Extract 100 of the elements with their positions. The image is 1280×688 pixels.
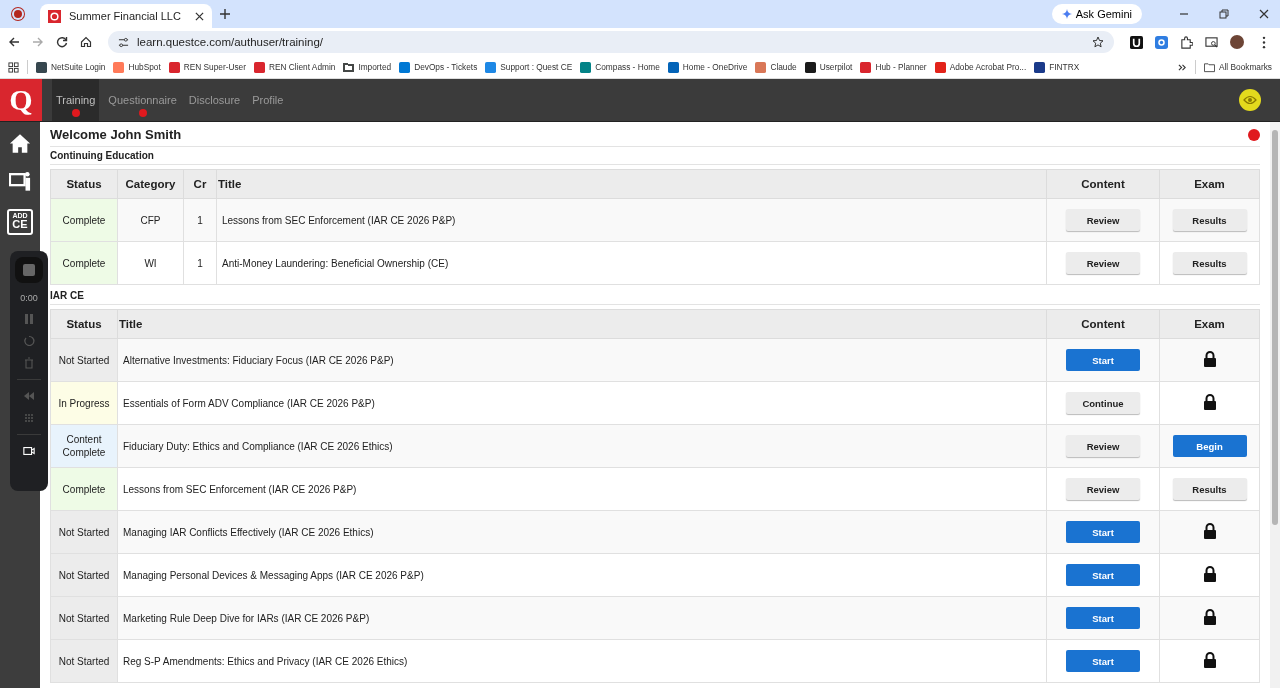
status-cell: Not Started — [50, 338, 118, 382]
table-cell: CFP — [117, 198, 184, 242]
table-cell: Marketing Rule Deep Dive for IARs (IAR CE 2026 P&P) — [117, 596, 1047, 640]
recording-time: 0:00 — [20, 293, 38, 303]
status-cell: Not Started — [50, 639, 118, 683]
bookmark-item[interactable]: Claude — [755, 61, 797, 73]
eye-icon — [1243, 95, 1257, 105]
new-tab-icon[interactable] — [220, 9, 230, 19]
column-header: Title — [216, 169, 1047, 199]
status-cell: Complete — [50, 467, 118, 511]
content-button[interactable]: Review — [1066, 252, 1140, 274]
bookmark-item[interactable]: Compass - Home — [580, 61, 660, 73]
column-header: Content — [1046, 309, 1160, 339]
column-header: Cr — [183, 169, 217, 199]
bookmark-item[interactable]: DevOps - Tickets — [399, 61, 478, 73]
home-icon[interactable] — [80, 36, 92, 48]
back-icon[interactable] — [8, 36, 20, 48]
bookmark-item[interactable]: HubSpot — [113, 61, 161, 73]
column-header: Category — [117, 169, 184, 199]
close-icon[interactable] — [195, 11, 204, 21]
all-bookmarks-item[interactable]: All Bookmarks — [1203, 61, 1272, 73]
close-icon[interactable] — [1259, 9, 1269, 19]
status-cell: Complete — [50, 198, 118, 242]
bookmark-item[interactable]: NetSuite Login — [36, 61, 106, 73]
table-cell: 1 — [183, 241, 217, 285]
table-cell: Alternative Investments: Fiduciary Focus (IAR CE 2026 P&P) — [117, 338, 1047, 382]
bookmark-item[interactable]: Hub - Planner — [860, 61, 927, 73]
content-button[interactable]: Start — [1066, 650, 1140, 672]
content-button[interactable]: Review — [1066, 209, 1140, 231]
restart-icon[interactable] — [23, 335, 35, 347]
bookmark-item[interactable]: REN Client Admin — [254, 61, 336, 73]
lock-icon — [1202, 394, 1217, 410]
folder-icon — [1203, 61, 1215, 73]
status-cell: Not Started — [50, 553, 118, 597]
camera-icon[interactable] — [23, 445, 35, 457]
table-cell: Reg S-P Amendments: Ethics and Privacy (IAR CE 2026 Ethics) — [117, 639, 1047, 683]
bookmark-item[interactable]: Userpilot — [804, 61, 853, 73]
profile-avatar[interactable] — [1230, 35, 1244, 49]
record-indicator-icon — [14, 10, 22, 18]
menu-icon[interactable] — [1262, 35, 1266, 49]
nav-tab[interactable]: Disclosure — [185, 79, 244, 121]
favicon-icon — [48, 9, 61, 23]
exam-button[interactable]: Results — [1172, 209, 1247, 231]
table-cell: Lessons from SEC Enforcement (IAR CE 2026 P&P) — [216, 198, 1047, 242]
restore-icon[interactable] — [1219, 9, 1229, 19]
content-button[interactable]: Start — [1066, 349, 1140, 371]
status-cell: Content Complete — [50, 424, 118, 468]
reload-icon[interactable] — [56, 36, 68, 48]
app-logo[interactable]: Q — [0, 79, 42, 121]
section-title: Continuing Education — [50, 147, 1260, 165]
bookmark-item[interactable]: FINTRX — [1034, 61, 1080, 73]
lock-icon — [1202, 351, 1217, 367]
scrollbar-thumb[interactable] — [1272, 130, 1278, 525]
nav-tab[interactable]: Training — [52, 79, 100, 121]
exam-button[interactable]: Results — [1172, 478, 1247, 500]
column-header: Exam — [1159, 169, 1260, 199]
bookmark-item[interactable]: Support : Quest CE — [485, 61, 573, 73]
column-header: Title — [117, 309, 1047, 339]
nav-tab[interactable]: Questionnaire — [105, 79, 180, 121]
address-bar[interactable]: learn.questce.com/authuser/training/ — [108, 31, 1114, 53]
bookmark-item[interactable]: Imported — [343, 61, 392, 73]
status-cell: Not Started — [50, 510, 118, 554]
apps-grid-icon[interactable] — [8, 61, 19, 73]
exam-button[interactable]: Results — [1172, 252, 1247, 274]
bookmark-item[interactable]: Adobe Acrobat Pro... — [934, 61, 1027, 73]
content-button[interactable]: Continue — [1066, 392, 1140, 414]
content-button[interactable]: Start — [1066, 607, 1140, 629]
browser-tab[interactable]: Summer Financial LLC — [40, 4, 212, 28]
table-cell: Anti-Money Laundering: Beneficial Ownership (CE) — [216, 241, 1047, 285]
tab-search-icon[interactable] — [1205, 35, 1218, 49]
nav-tab[interactable]: Profile — [249, 79, 287, 121]
bookmark-item[interactable]: REN Super-User — [168, 61, 246, 73]
column-header: Exam — [1159, 309, 1260, 339]
presenter-icon[interactable] — [9, 171, 31, 192]
status-cell: Complete — [50, 241, 118, 285]
alert-icon — [1248, 128, 1260, 141]
ask-gemini-button[interactable]: Ask Gemini — [1051, 4, 1142, 24]
content-button[interactable]: Start — [1066, 564, 1140, 586]
content-button[interactable]: Review — [1066, 435, 1140, 457]
sparkle-icon — [1061, 9, 1072, 19]
lock-icon — [1202, 609, 1217, 625]
bookmark-star-icon[interactable] — [1092, 36, 1104, 48]
section-title: IAR CE — [50, 287, 1260, 305]
more-bookmarks-icon[interactable] — [1177, 62, 1187, 72]
eye-button[interactable] — [1239, 89, 1261, 111]
table-cell: Lessons from SEC Enforcement (IAR CE 2026 P&P) — [117, 467, 1047, 511]
home-icon[interactable] — [9, 133, 31, 154]
extension-icon[interactable] — [1130, 35, 1143, 49]
status-cell: In Progress — [50, 381, 118, 425]
lock-icon — [1202, 566, 1217, 582]
content-button[interactable]: Review — [1066, 478, 1140, 500]
stop-button[interactable] — [15, 257, 43, 283]
table-cell: Managing Personal Devices & Messaging Apps (IAR CE 2026 P&P) — [117, 553, 1047, 597]
welcome-heading: Welcome John Smith — [50, 127, 182, 142]
puzzle-icon[interactable] — [1180, 35, 1193, 49]
column-header: Status — [50, 309, 118, 339]
content-button[interactable]: Start — [1066, 521, 1140, 543]
exam-button[interactable]: Begin — [1172, 435, 1247, 457]
site-settings-icon[interactable] — [118, 36, 129, 48]
bookmark-item[interactable]: Home - OneDrive — [667, 61, 748, 73]
